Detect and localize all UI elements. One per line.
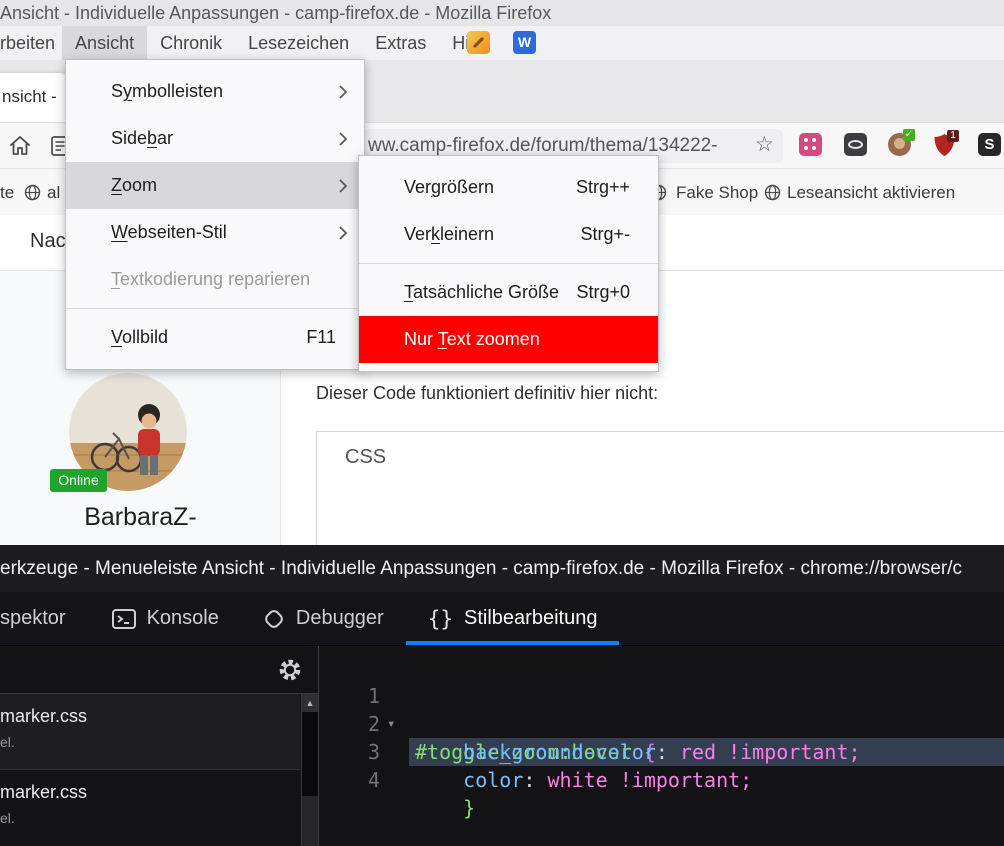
addon-blue-icon[interactable]: W [513, 31, 536, 54]
globe-icon [764, 184, 781, 206]
editor-line: 2 background-color: red !important; [319, 682, 1004, 710]
eye-glyph [848, 140, 863, 149]
stylus-icon[interactable]: S [978, 133, 1001, 156]
shield-count-badge: 1 [947, 130, 959, 142]
extension-pink-icon[interactable] [799, 133, 822, 156]
menubar-item-lesezeichen[interactable]: Lesezeichen [235, 26, 362, 60]
bookmark-star-icon[interactable]: ☆ [755, 132, 774, 157]
tab-stilbearbeitung[interactable]: {} Stilbearbeitung [406, 592, 620, 645]
sidebar-scrollbar[interactable]: ▲ [301, 694, 318, 846]
console-icon [112, 609, 136, 629]
bookmark-item-al[interactable]: al [47, 183, 60, 203]
menu-item-verkleinern[interactable]: Verkleinern Strg+- [359, 211, 658, 258]
menu-item-vergroessern[interactable]: Vergrößern Strg++ [359, 164, 658, 211]
menubar-item-extras[interactable]: Extras [362, 26, 439, 60]
ublock-shield-icon[interactable]: 1 [933, 133, 956, 156]
editor-line: 3 color: white !important; [319, 710, 1004, 738]
submenu-chevron-icon [338, 131, 348, 147]
window-titlebar: Ansicht - Individuelle Anpassungen - cam… [0, 0, 1004, 26]
styleeditor-sidebar: marker.css el. marker.css el. ▲ [0, 646, 318, 846]
style-editor-code[interactable]: 1 ▾ #toggle_zoom:hover { 2 background-co… [319, 646, 1004, 846]
menu-item-nur-text-zoomen[interactable]: Nur Text zoomen [359, 316, 658, 363]
tab-konsole[interactable]: Konsole [90, 592, 241, 645]
window-title: Ansicht - Individuelle Anpassungen - cam… [0, 3, 551, 23]
thread-heading-partial: Nac [30, 230, 66, 253]
devtools-tabbar: spektor Konsole Debugger {} Stilbearbeit… [0, 592, 1004, 646]
menu-item-tatsaechliche-groesse[interactable]: Tatsächliche Größe Strg+0 [359, 269, 658, 316]
avatar-check-badge: ✓ [903, 129, 915, 141]
submenu-chevron-icon [338, 178, 348, 194]
post-text: Dieser Code funktioniert definitiv hier … [316, 383, 658, 404]
menu-item-sidebar[interactable]: Sidebar [66, 115, 364, 162]
editor-line: 1 ▾ #toggle_zoom:hover { [319, 654, 1004, 682]
menubar-item-ansicht[interactable]: Ansicht [62, 26, 147, 60]
code-lines: 1#toggle_zoom:hover { 2 background-color… [317, 489, 802, 545]
tab-title: nsicht - [2, 87, 57, 106]
zoom-submenu: Vergrößern Strg++ Verkleinern Strg+- Tat… [358, 155, 659, 372]
menubar-item-bearbeiten[interactable]: rbeiten [0, 26, 62, 60]
extension-eye-icon[interactable] [844, 133, 867, 156]
menu-item-symbolleisten[interactable]: Symbolleisten [66, 68, 364, 115]
gear-icon[interactable] [276, 656, 304, 689]
username[interactable]: BarbaraZ- [0, 503, 281, 532]
menubar-item-chronik[interactable]: Chronik [147, 26, 235, 60]
menubar: rbeiten Ansicht Chronik Lesezeichen Extr… [0, 26, 1004, 60]
home-icon[interactable] [9, 135, 31, 161]
url-text: ww.camp-firefox.de/forum/thema/134222- [368, 135, 718, 157]
online-status-badge: Online [50, 469, 107, 492]
menu-separator [66, 308, 364, 309]
stylesheet-item[interactable]: marker.css el. [0, 694, 300, 770]
ansicht-menu: Symbolleisten Sidebar Zoom Webseiten-Sti… [65, 59, 365, 370]
submenu-chevron-icon [338, 225, 348, 241]
devtools-body: marker.css el. marker.css el. ▲ 1 ▾ #tog… [0, 646, 1004, 846]
bookmark-item-fake-shop[interactable]: Fake Shop [676, 183, 758, 203]
scrollbar-thumb[interactable] [302, 712, 318, 796]
browser-tab-active[interactable]: nsicht - [0, 73, 66, 122]
menu-item-webseiten-stil[interactable]: Webseiten-Stil [66, 209, 364, 256]
menu-item-zoom[interactable]: Zoom [66, 162, 364, 209]
extension-avatar-icon[interactable]: ✓ [888, 133, 911, 156]
devtools-window-titlebar: erkzeuge - Menueleiste Ansicht - Individ… [0, 545, 1004, 592]
braces-icon: {} [428, 607, 453, 631]
debugger-icon [263, 608, 285, 630]
submenu-chevron-icon [338, 84, 348, 100]
tab-inspektor[interactable]: spektor [0, 592, 90, 645]
code-language-label: CSS [345, 446, 386, 469]
addon-orange-icon[interactable] [467, 31, 490, 54]
menu-item-vollbild[interactable]: Vollbild F11 [66, 314, 364, 361]
code-block: CSS 1#toggle_zoom:hover { 2 background-c… [316, 431, 1004, 545]
addon-orange-glyph [473, 37, 484, 48]
scrollbar-up-arrow[interactable]: ▲ [302, 694, 318, 712]
bookmark-item-leseansicht[interactable]: Leseansicht aktivieren [787, 183, 955, 203]
bookmark-item-te[interactable]: te [0, 183, 14, 203]
styleeditor-sidebar-header [0, 646, 318, 694]
menu-item-textkodierung: Textkodierung reparieren [66, 256, 364, 303]
tab-debugger[interactable]: Debugger [241, 592, 406, 645]
globe-icon [24, 184, 41, 206]
devtools-window-title: erkzeuge - Menueleiste Ansicht - Individ… [0, 558, 962, 579]
screen: Ansicht - Individuelle Anpassungen - cam… [0, 0, 1004, 846]
stylesheet-item[interactable]: marker.css el. [0, 770, 300, 846]
menu-separator [359, 263, 658, 264]
